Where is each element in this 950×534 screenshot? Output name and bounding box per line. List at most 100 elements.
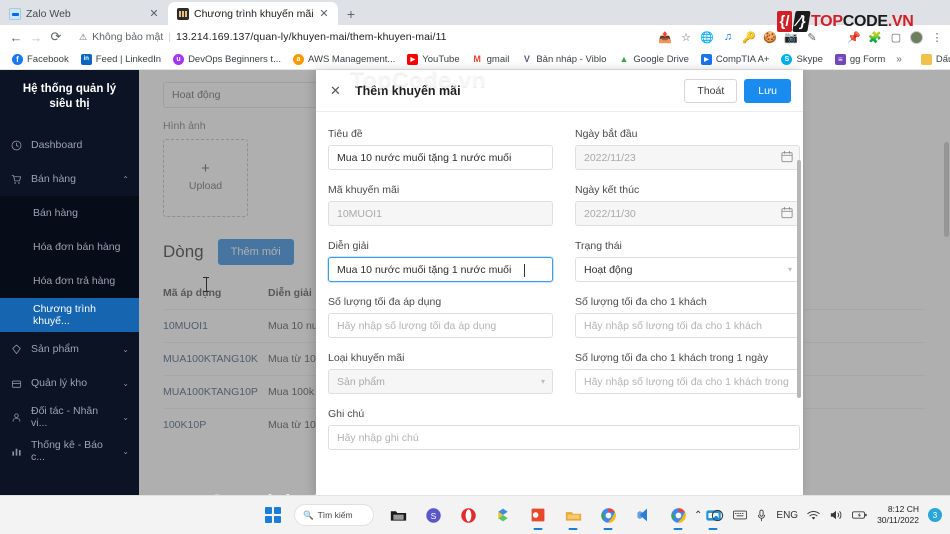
sidebar-item-doi-tac-nhan-vien[interactable]: Đối tác - Nhân vi... ⌄ bbox=[0, 400, 139, 434]
label-promo-type: Loại khuyến mãi bbox=[328, 352, 405, 364]
sidebar-subitem-hoa-don-ban-hang[interactable]: Hóa đơn bán hàng bbox=[0, 230, 139, 264]
language-indicator[interactable]: ENG bbox=[776, 510, 798, 521]
volume-icon[interactable] bbox=[829, 509, 843, 521]
end-date-input[interactable] bbox=[575, 201, 800, 226]
status-select[interactable] bbox=[575, 257, 800, 282]
profile-avatar[interactable] bbox=[910, 30, 923, 44]
save-button[interactable]: Lưu bbox=[744, 78, 791, 103]
share-icon[interactable]: 📤 bbox=[658, 30, 672, 44]
bookmark-gmail[interactable]: M gmail bbox=[466, 53, 516, 65]
bookmark-comptia[interactable]: ▶ CompTIA A+ bbox=[695, 53, 776, 65]
sidebar-subitem-ban-hang[interactable]: Bán hàng bbox=[0, 196, 139, 230]
puzzle-icon[interactable]: 🧩 bbox=[868, 30, 882, 44]
skype-icon[interactable]: S bbox=[422, 504, 444, 526]
bookmark-facebook[interactable]: f Facebook bbox=[6, 53, 75, 65]
microphone-icon[interactable] bbox=[756, 509, 767, 522]
browser-tab-promotion[interactable]: Chương trình khuyến mãi - Quản ✕ bbox=[168, 2, 338, 25]
modal-header: ✕ Thêm khuyến mãi Thoát Lưu bbox=[316, 70, 803, 112]
windows-start-icon[interactable] bbox=[265, 507, 281, 523]
clock-time: 8:12 CH bbox=[887, 504, 919, 514]
sidebar-subitem-chuong-trinh-khuyen-mai[interactable]: Chương trình khuyế... bbox=[0, 298, 139, 332]
sidepanel-icon[interactable]: ▢ bbox=[889, 30, 903, 44]
pencil-icon[interactable]: ✎ bbox=[805, 30, 819, 44]
vscode-icon[interactable] bbox=[632, 504, 654, 526]
bookmark-linkedin[interactable]: in Feed | LinkedIn bbox=[75, 53, 167, 65]
bookmark-google-drive[interactable]: ▲ Google Drive bbox=[612, 53, 694, 65]
keyboard-icon[interactable] bbox=[733, 510, 748, 520]
wifi-icon[interactable] bbox=[807, 510, 820, 521]
reload-icon[interactable]: ⟳ bbox=[46, 27, 66, 47]
screenshot-icon[interactable]: 📷 bbox=[784, 30, 798, 44]
sidebar-subitem-hoa-don-tra-hang[interactable]: Hóa đơn trả hàng bbox=[0, 264, 139, 298]
title-input[interactable] bbox=[328, 145, 553, 170]
app-brand-title: Hệ thống quản lý siêu thị bbox=[22, 83, 117, 110]
sidebar-item-dashboard[interactable]: Dashboard bbox=[0, 128, 139, 162]
new-tab-button[interactable]: + bbox=[338, 2, 364, 25]
close-icon[interactable]: ✕ bbox=[148, 7, 160, 20]
back-icon[interactable]: ← bbox=[6, 27, 26, 47]
taskbar-search[interactable]: 🔍 Tìm kiếm bbox=[294, 504, 374, 526]
promo-type-select[interactable] bbox=[328, 369, 553, 394]
bookmarks-bar: f Facebook in Feed | LinkedIn u DevOps B… bbox=[0, 49, 950, 70]
address-bar[interactable]: ⚠ Không bảo mật | 13.214.169.137/quan-ly… bbox=[73, 28, 650, 47]
field-end-date: Ngày kết thúc bbox=[575, 184, 800, 226]
opera-icon[interactable] bbox=[457, 504, 479, 526]
translate-icon[interactable]: 🌐 bbox=[700, 30, 714, 44]
max-qty-customer-day-input[interactable] bbox=[575, 369, 800, 394]
mail-icon[interactable] bbox=[492, 504, 514, 526]
note-input[interactable] bbox=[328, 425, 800, 450]
comptia-icon: ▶ bbox=[700, 53, 712, 65]
bookmark-viblo[interactable]: V Bản nháp - Viblo bbox=[515, 53, 612, 65]
promo-code-input[interactable] bbox=[328, 201, 553, 226]
cancel-button[interactable]: Thoát bbox=[684, 78, 738, 103]
brace-left-icon: {/ bbox=[777, 11, 792, 32]
bookmark-youtube[interactable]: ▶ YouTube bbox=[401, 53, 465, 65]
browser-tab-zalo[interactable]: Zalo Web ✕ bbox=[0, 2, 168, 25]
chrome-icon-2[interactable] bbox=[667, 504, 689, 530]
battery-icon[interactable] bbox=[852, 510, 868, 520]
screen: Zalo Web ✕ Chương trình khuyến mãi - Quả… bbox=[0, 0, 950, 534]
topcode-extension-logo: {/ ∕} TOPCODE.VN bbox=[777, 11, 914, 32]
cookie-icon[interactable]: 🍪 bbox=[763, 30, 777, 44]
taskbar-clock[interactable]: 8:12 CH 30/11/2022 bbox=[877, 504, 919, 526]
notification-badge[interactable]: 3 bbox=[928, 508, 942, 522]
close-icon[interactable]: ✕ bbox=[330, 83, 346, 99]
bookmark-skype[interactable]: S Skype bbox=[775, 53, 828, 65]
start-date-input[interactable] bbox=[575, 145, 800, 170]
sidebar-item-label: Sản phẩm bbox=[31, 343, 79, 355]
chevron-down-icon: ⌄ bbox=[122, 378, 129, 388]
pin-icon[interactable]: 📌 bbox=[847, 30, 861, 44]
folder-icon[interactable] bbox=[562, 504, 584, 530]
sidebar-item-quan-ly-kho[interactable]: Quản lý kho ⌄ bbox=[0, 366, 139, 400]
sidebar-item-thong-ke-bao-cao[interactable]: Thống kê - Báo c... ⌄ bbox=[0, 434, 139, 468]
topcode-extension-icon[interactable] bbox=[826, 30, 840, 44]
sidebar-item-ban-hang[interactable]: Bán hàng ⌃ bbox=[0, 162, 139, 196]
bookmark-label: Dấu trang khác bbox=[935, 53, 950, 65]
password-icon[interactable]: 🔑 bbox=[742, 30, 756, 44]
warning-triangle-icon: ⚠ bbox=[79, 31, 88, 42]
sidebar-item-san-pham[interactable]: Sản phẩm ⌄ bbox=[0, 332, 139, 366]
sidebar-item-label: Đối tác - Nhân vi... bbox=[31, 405, 99, 429]
bookmark-gg-form[interactable]: ≡ gg Form bbox=[829, 53, 891, 65]
bookmark-devops[interactable]: u DevOps Beginners t... bbox=[167, 53, 287, 65]
chrome-icon[interactable] bbox=[597, 504, 619, 530]
star-icon[interactable]: ☆ bbox=[679, 30, 693, 44]
file-explorer-icon[interactable] bbox=[387, 504, 409, 526]
tray-overflow-icon[interactable]: ⌃ bbox=[694, 510, 702, 521]
forward-icon[interactable]: → bbox=[26, 27, 46, 47]
max-qty-input[interactable] bbox=[328, 313, 553, 338]
label-start-date: Ngày bắt đầu bbox=[575, 128, 638, 140]
description-input[interactable] bbox=[328, 257, 553, 282]
kaspersky-icon[interactable] bbox=[711, 509, 724, 522]
cast-icon[interactable]: ♫ bbox=[721, 30, 735, 44]
bookmark-aws[interactable]: a AWS Management... bbox=[287, 53, 401, 65]
gmail-icon: M bbox=[471, 53, 483, 65]
other-bookmarks-folder[interactable]: Dấu trang khác bbox=[915, 53, 950, 65]
max-qty-customer-input[interactable] bbox=[575, 313, 800, 338]
bookmarks-overflow-icon[interactable]: » bbox=[891, 54, 907, 65]
form-grid: Tiêu đề Ngày bắt đầu Mã khuyế bbox=[328, 128, 800, 464]
close-icon[interactable]: ✕ bbox=[318, 7, 330, 20]
modal-scrollbar-thumb[interactable] bbox=[797, 160, 801, 398]
office-icon[interactable] bbox=[527, 504, 549, 530]
kebab-menu-icon[interactable]: ⋮ bbox=[930, 30, 944, 44]
